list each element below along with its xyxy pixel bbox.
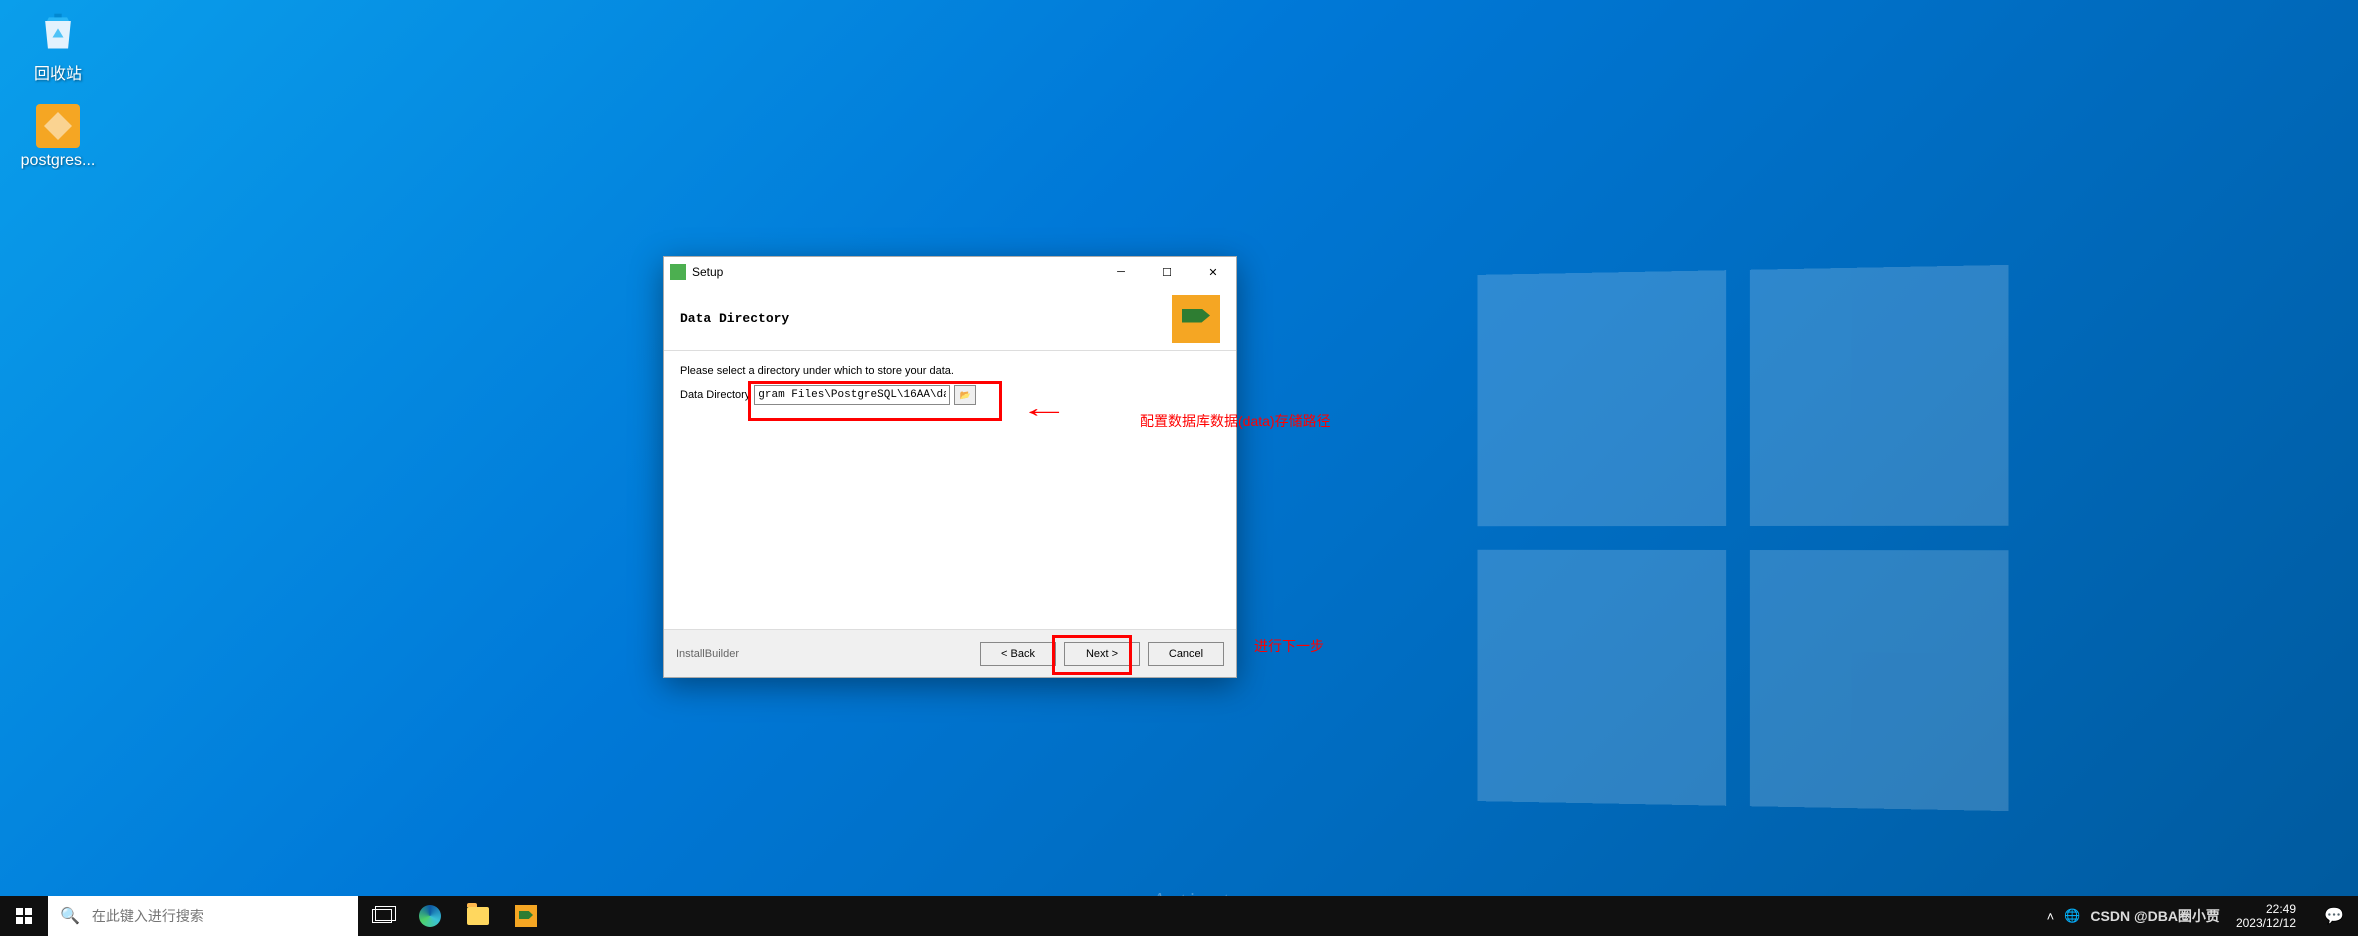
taskbar-search[interactable]: 🔍 — [48, 896, 358, 936]
desktop: 回收站 postgres... Setup ─ ☐ ✕ Data Directo… — [0, 0, 2358, 936]
minimize-button[interactable]: ─ — [1098, 257, 1144, 287]
notification-button[interactable]: 💬 — [2310, 896, 2358, 936]
next-button[interactable]: Next > — [1064, 642, 1140, 666]
start-button[interactable] — [0, 896, 48, 936]
search-input[interactable] — [92, 908, 346, 924]
browse-button[interactable]: 📂 — [954, 385, 976, 405]
edge-taskbar-button[interactable] — [406, 896, 454, 936]
setup-window: Setup ─ ☐ ✕ Data Directory Please select… — [663, 256, 1237, 678]
package-icon — [1172, 295, 1220, 343]
explorer-taskbar-button[interactable] — [454, 896, 502, 936]
search-icon: 🔍 — [60, 906, 80, 926]
installbuilder-brand: InstallBuilder — [676, 648, 972, 660]
data-directory-label: Data Directory — [680, 389, 750, 401]
installer-taskbar-button[interactable] — [502, 896, 550, 936]
taskbar: 🔍 ˄ 🌐 CSDN @DBA圈小贾 22:49 2023/12/12 💬 — [0, 896, 2358, 936]
data-directory-input[interactable] — [754, 385, 950, 405]
instruction-text: Please select a directory under which to… — [680, 365, 1220, 377]
system-tray: ˄ 🌐 CSDN @DBA圈小贾 22:49 2023/12/12 — [2039, 902, 2310, 931]
annotation-text-datapath: 配置数据库数据(data)存储路径 — [1140, 411, 1331, 431]
wizard-header-title: Data Directory — [680, 311, 1172, 326]
clock-time: 22:49 — [2236, 902, 2296, 916]
postgres-installer-label: postgres... — [8, 152, 108, 170]
back-button[interactable]: < Back — [980, 642, 1056, 666]
wizard-footer: InstallBuilder < Back Next > Cancel — [664, 629, 1236, 677]
window-title: Setup — [692, 265, 1098, 279]
titlebar[interactable]: Setup ─ ☐ ✕ — [664, 257, 1236, 287]
wizard-body: Please select a directory under which to… — [664, 351, 1236, 629]
recycle-bin-icon[interactable]: 回收站 — [8, 8, 108, 84]
postgres-installer-icon[interactable]: postgres... — [8, 104, 108, 170]
app-icon — [670, 264, 686, 280]
network-icon[interactable]: 🌐 — [2064, 908, 2080, 924]
clock-date: 2023/12/12 — [2236, 916, 2296, 930]
annotation-text-nextstep: 进行下一步 — [1254, 636, 1324, 656]
close-button[interactable]: ✕ — [1190, 257, 1236, 287]
windows-logo-wallpaper — [1477, 265, 2008, 811]
tray-chevron-icon[interactable]: ˄ — [2047, 909, 2055, 924]
taskbar-clock[interactable]: 22:49 2023/12/12 — [2230, 902, 2302, 931]
maximize-button[interactable]: ☐ — [1144, 257, 1190, 287]
recycle-bin-label: 回收站 — [8, 60, 108, 84]
wizard-header: Data Directory — [664, 287, 1236, 351]
csdn-watermark: CSDN @DBA圈小贾 — [2090, 906, 2220, 926]
cancel-button[interactable]: Cancel — [1148, 642, 1224, 666]
task-view-button[interactable] — [358, 896, 406, 936]
